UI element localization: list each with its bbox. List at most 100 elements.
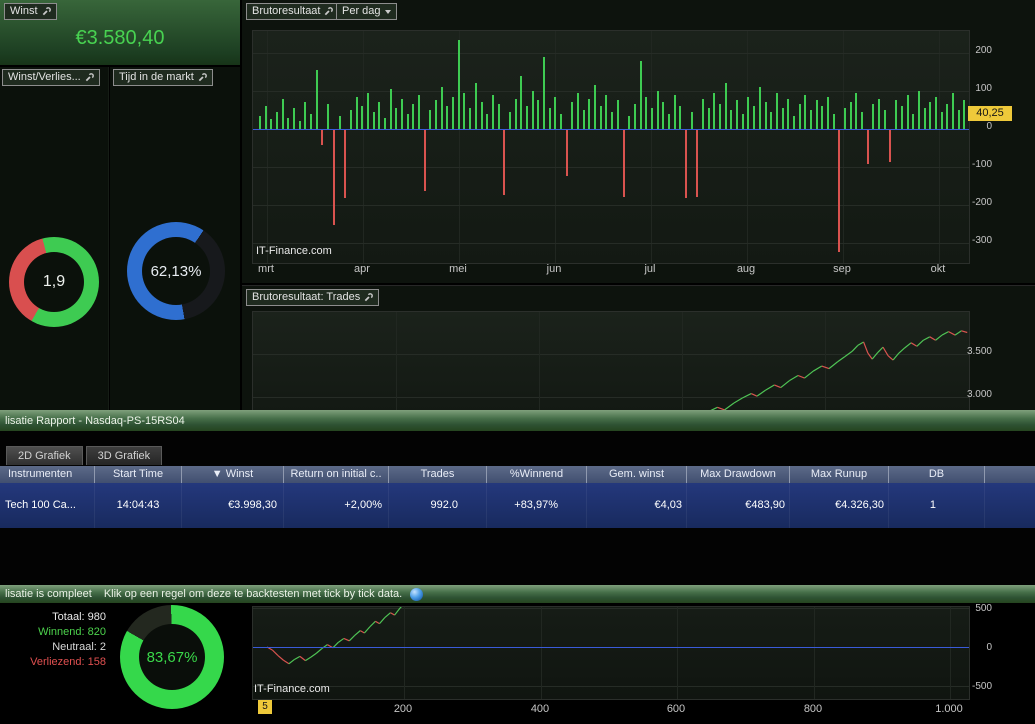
daily-bar bbox=[673, 95, 676, 129]
daily-bar bbox=[912, 114, 915, 129]
daily-gross-chip[interactable]: Brutoresultaat bbox=[246, 3, 340, 20]
daily-bar bbox=[849, 102, 852, 129]
zero-line bbox=[253, 647, 969, 648]
trades-equity-plot[interactable] bbox=[252, 311, 970, 413]
daily-bar bbox=[872, 104, 875, 129]
win-loss-panel: Winst/Verlies... 1,9 bbox=[0, 67, 109, 410]
tab-3d-grafiek[interactable]: 3D Grafiek bbox=[85, 446, 163, 465]
daily-bar bbox=[378, 102, 381, 129]
status-left-text: lisatie is compleet bbox=[5, 588, 92, 600]
daily-bar bbox=[429, 110, 432, 129]
gridline bbox=[939, 31, 940, 263]
x-axis-tick: apr bbox=[354, 263, 370, 275]
daily-bar bbox=[900, 106, 903, 129]
gridline bbox=[253, 167, 969, 168]
daily-bar bbox=[861, 112, 864, 129]
daily-bar bbox=[815, 100, 818, 129]
daily-bar bbox=[724, 83, 727, 129]
column-header[interactable]: Instrumenten bbox=[0, 466, 95, 483]
stat-line: Verliezend: 158 bbox=[30, 656, 106, 668]
trades-equity-chip[interactable]: Brutoresultaat: Trades bbox=[246, 289, 380, 306]
status-message: Klik op een regel om deze te backtesten … bbox=[103, 588, 403, 600]
table-cell: 1 bbox=[889, 483, 985, 528]
daily-bar bbox=[730, 110, 733, 129]
gridline bbox=[267, 31, 268, 263]
daily-bar bbox=[548, 108, 551, 129]
daily-bar bbox=[383, 118, 386, 129]
daily-bar bbox=[480, 102, 483, 129]
backtest-equity-plot[interactable]: IT-Finance.com bbox=[252, 606, 970, 700]
daily-bar bbox=[702, 99, 705, 129]
daily-bar bbox=[747, 97, 750, 129]
column-header[interactable]: Max Drawdown bbox=[687, 466, 790, 483]
column-header[interactable]: Trades bbox=[389, 466, 487, 483]
daily-bar bbox=[321, 130, 324, 145]
daily-bar bbox=[395, 108, 398, 129]
daily-bar bbox=[508, 112, 511, 129]
report-row[interactable]: Tech 100 Ca... 14:04:43 €3.998,30 +2,00% 992… bbox=[0, 483, 1035, 528]
win-rate-donut-hole: 83,67% bbox=[139, 624, 205, 690]
daily-bar bbox=[491, 95, 494, 129]
daily-bar bbox=[758, 87, 761, 129]
daily-bar bbox=[679, 106, 682, 129]
y-axis-tick: 200 bbox=[975, 45, 992, 56]
table-cell: €4,03 bbox=[587, 483, 687, 528]
daily-bar bbox=[469, 108, 472, 129]
zero-line bbox=[253, 129, 969, 130]
daily-bar bbox=[645, 97, 648, 129]
daily-bar bbox=[923, 108, 926, 129]
axis-start-tag: 5 bbox=[258, 700, 272, 714]
daily-bar bbox=[310, 114, 313, 129]
table-cell: +2,00% bbox=[284, 483, 389, 528]
time-in-market-chip[interactable]: Tijd in de markt bbox=[113, 69, 213, 86]
daily-bar bbox=[497, 104, 500, 129]
wrench-icon bbox=[364, 293, 374, 302]
daily-bar bbox=[775, 93, 778, 129]
daily-bar bbox=[389, 89, 392, 129]
daily-gross-chip-label: Brutoresultaat bbox=[252, 5, 321, 17]
daily-bar bbox=[611, 112, 614, 129]
trading-workspace: Winst €3.580,40 Winst/Verlies... 1,9 Tij… bbox=[0, 0, 1035, 724]
column-header[interactable]: DB bbox=[889, 466, 985, 483]
table-cell: €483,90 bbox=[687, 483, 790, 528]
report-window-titlebar[interactable]: lisatie Rapport - Nasdaq-PS-15RS04 bbox=[0, 410, 1035, 431]
daily-bar bbox=[560, 114, 563, 129]
daily-bar bbox=[440, 87, 443, 129]
y-axis-tick: 0 bbox=[986, 121, 992, 132]
gridline bbox=[651, 31, 652, 263]
daily-bar bbox=[327, 104, 330, 129]
win-rate-donut: 83,67% bbox=[120, 605, 224, 709]
trades-equity-chip-label: Brutoresultaat: Trades bbox=[252, 291, 361, 303]
column-header[interactable]: Max Runup bbox=[790, 466, 889, 483]
x-axis-tick: jun bbox=[546, 263, 562, 275]
daily-gross-plot[interactable]: IT-Finance.com bbox=[252, 30, 970, 264]
daily-bar bbox=[605, 95, 608, 129]
daily-bar bbox=[662, 102, 665, 129]
win-loss-chip[interactable]: Winst/Verlies... bbox=[2, 69, 100, 86]
column-header[interactable]: ▼ Winst bbox=[182, 466, 284, 483]
tab-2d-grafiek[interactable]: 2D Grafiek bbox=[6, 446, 83, 465]
per-dag-dropdown[interactable]: Per dag bbox=[336, 3, 397, 20]
status-bar[interactable]: lisatie is compleet Klik op een regel om… bbox=[0, 585, 1035, 603]
daily-bar bbox=[656, 91, 659, 129]
win-loss-ratio-value: 1,9 bbox=[42, 273, 66, 290]
daily-bar bbox=[543, 57, 545, 129]
daily-bar bbox=[804, 95, 807, 129]
gridline bbox=[253, 205, 969, 206]
daily-bar bbox=[338, 116, 341, 129]
y-axis-tick: -200 bbox=[971, 197, 992, 208]
daily-bar bbox=[270, 119, 273, 129]
column-header[interactable]: Return on initial c.. bbox=[284, 466, 389, 483]
column-header[interactable]: %Winnend bbox=[487, 466, 587, 483]
daily-bar bbox=[855, 93, 858, 129]
winst-chip[interactable]: Winst bbox=[4, 3, 57, 20]
time-in-market-donut-hole: 62,13% bbox=[142, 237, 210, 305]
x-axis-tick: 200 bbox=[393, 703, 413, 715]
report-window-title: lisatie Rapport - Nasdaq-PS-15RS04 bbox=[5, 414, 185, 427]
daily-bar bbox=[474, 83, 477, 129]
column-header[interactable]: Start Time bbox=[95, 466, 182, 483]
x-axis-tick: mrt bbox=[258, 263, 274, 275]
column-header[interactable]: Gem. winst bbox=[587, 466, 687, 483]
daily-bar bbox=[554, 97, 557, 129]
wrench-icon bbox=[42, 7, 51, 16]
